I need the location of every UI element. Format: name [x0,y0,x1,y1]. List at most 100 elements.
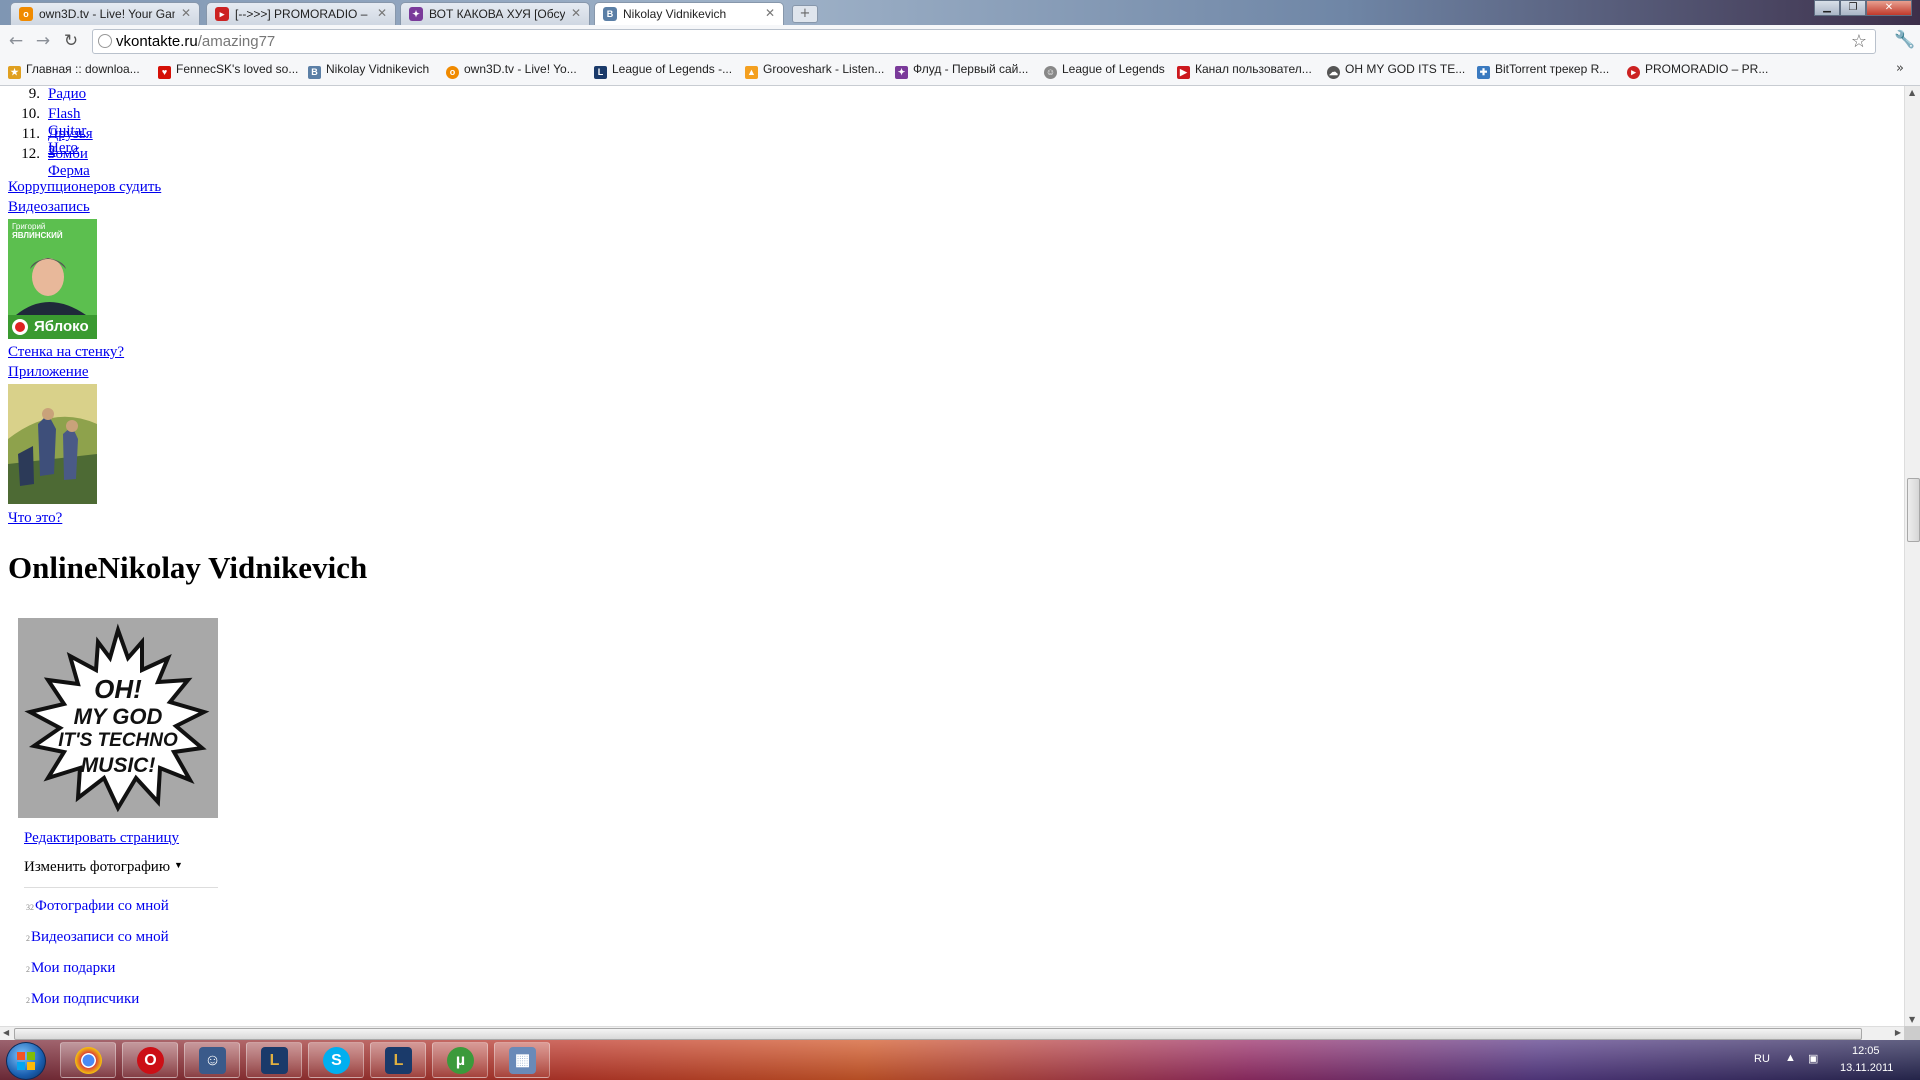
lol-icon: ☺ [1044,66,1057,79]
windows-logo-icon [17,1052,35,1070]
scroll-down-icon[interactable]: ▼ [1909,1015,1915,1024]
back-button[interactable]: ← [5,30,27,52]
bookmark-item[interactable]: ☺ League of Legends [1044,62,1165,80]
own3d-icon: o [19,7,33,21]
cloud-icon: ☁ [1327,66,1340,79]
clock-time[interactable]: 12:05 [1852,1045,1880,1057]
yabloko-ad-image[interactable]: Григорий ЯВЛИНСКИЙ Яблоко [8,219,97,339]
divider [24,887,218,888]
taskbar-utorrent[interactable]: µ [432,1042,488,1078]
language-indicator[interactable]: RU [1754,1053,1770,1065]
vk-icon: B [603,7,617,21]
horizontal-scrollbar[interactable]: ◀ ▶ [0,1026,1904,1040]
close-tab-icon[interactable]: ✕ [181,6,191,20]
forward-button[interactable]: → [32,30,54,52]
lastfm-icon: ♥ [158,66,171,79]
address-bar[interactable]: vkontakte.ru/amazing77 ☆ [92,29,1876,54]
my-gifts-link[interactable]: 2Мои подарки [26,960,115,977]
start-button[interactable] [6,1042,46,1080]
lol-icon: L [594,66,607,79]
scroll-up-icon[interactable]: ▲ [1909,88,1915,97]
avatar-text-techno: IT'S TECHNO [58,730,178,751]
bookmark-item[interactable]: ✦ Флуд - Первый сай... [895,62,1028,80]
ad-link-stenka[interactable]: Стенка на стенку? [8,344,124,361]
ad-link-app[interactable]: Приложение [8,364,89,381]
bookmark-item[interactable]: B Nikolay Vidnikevich [308,62,429,80]
app-link-radio[interactable]: Радио [48,86,86,103]
flood-icon: ✦ [895,66,908,79]
tab-flood[interactable]: ✦ ВОТ КАКОВА ХУЯ [Обсуждение] ✕ [400,2,590,25]
skype-icon: S [323,1047,350,1074]
avatar-text-mygod: MY GOD [73,704,163,729]
youtube-icon: ▶ [1177,66,1190,79]
change-photo-button[interactable]: Изменить фотографию ▼ [24,859,183,876]
close-tab-icon[interactable]: ✕ [765,6,775,20]
reload-button[interactable]: ↻ [60,30,82,52]
lol-icon: L [261,1047,288,1074]
bookmark-item[interactable]: ★ Главная :: downloa... [8,62,140,80]
network-icon[interactable]: ▣ [1808,1052,1818,1065]
horizontal-scroll-thumb[interactable] [14,1028,1862,1040]
clock-date[interactable]: 13.11.2011 [1840,1062,1893,1074]
bookmark-item[interactable]: ♥ FennecSK's loved so... [158,62,298,80]
close-tab-icon[interactable]: ✕ [377,6,387,20]
scroll-left-icon[interactable]: ◀ [3,1028,9,1037]
promoradio-icon: ▸ [215,7,229,21]
control-panel-icon: ▦ [509,1047,536,1074]
my-subscribers-link[interactable]: 2Мои подписчики [26,991,139,1008]
ad-caption-name: Григорий [12,222,46,231]
taskbar-skype[interactable]: S [308,1042,364,1078]
taskbar-control-panel[interactable]: ▦ [494,1042,550,1078]
utorrent-icon: µ [447,1047,474,1074]
bookmark-item[interactable]: ▸ PROMORADIO – PR... [1627,62,1768,80]
promoradio-icon: ▸ [1627,66,1640,79]
wrench-menu-icon[interactable]: 🔧 [1894,30,1915,50]
browser-toolbar: ← → ↻ vkontakte.ru/amazing77 ☆ 🔧 [0,25,1920,59]
vk-icon: B [308,66,321,79]
maximize-button[interactable]: ❐ [1840,0,1866,16]
taskbar-contacts[interactable]: ☺ [184,1042,240,1078]
bookmark-item[interactable]: ▶ Канал пользовател... [1177,62,1312,80]
page-info-icon[interactable] [98,34,112,48]
edit-page-link[interactable]: Редактировать страницу [24,830,179,847]
bookmark-item[interactable]: ▲ Grooveshark - Listen... [745,62,884,80]
vertical-scrollbar[interactable]: ▲ ▼ [1904,86,1920,1026]
avatar[interactable]: OH! MY GOD IT'S TECHNO MUSIC! [18,618,218,818]
new-tab-button[interactable]: + [792,5,818,23]
videos-with-me-link[interactable]: 2Видеозаписи со мной [26,929,169,946]
taskbar-lol-2[interactable]: L [370,1042,426,1078]
own3d-icon: o [446,66,459,79]
bookmark-item[interactable]: o own3D.tv - Live! Yo... [446,62,577,80]
close-tab-icon[interactable]: ✕ [571,6,581,20]
bookmark-item[interactable]: L League of Legends -... [594,62,732,80]
tray-expand-icon[interactable]: ▲ [1785,1052,1796,1064]
bookmark-item[interactable]: ☁ OH MY GOD ITS TE... [1327,62,1465,80]
vertical-scroll-thumb[interactable] [1907,478,1920,542]
avatar-text-music: MUSIC! [80,754,156,777]
close-window-button[interactable]: ✕ [1866,0,1912,16]
bookmarks-overflow-icon[interactable]: » [1896,61,1904,76]
chevron-down-icon: ▼ [174,860,183,870]
tab-vk[interactable]: B Nikolay Vidnikevich ✕ [594,2,784,25]
chrome-icon [75,1047,102,1074]
photos-with-me-link[interactable]: 32Фотографии со мной [26,898,169,915]
taskbar-chrome[interactable] [60,1042,116,1078]
bookmark-star-icon[interactable]: ☆ [1851,31,1867,52]
game-ad-image[interactable] [8,384,97,504]
taskbar: O ☺ L S L µ ▦ RU ▲ ▣ 12:05 13.11.2011 [0,1040,1920,1080]
url-text[interactable]: vkontakte.ru/amazing77 [116,33,275,50]
page-content: 9. Радио 10. Flash Guitar Hero 11. Друзья 2… [0,86,1904,1026]
tab-own3d[interactable]: o own3D.tv - Live! Your Game ✕ [10,2,200,25]
taskbar-lol[interactable]: L [246,1042,302,1078]
page-title: OnlineNikolay Vidnikevich [8,550,368,585]
ad-link-what[interactable]: Что это? [8,510,62,527]
ad-link-video[interactable]: Видеозапись [8,199,90,216]
minimize-button[interactable]: ▁ [1814,0,1840,16]
bookmark-item[interactable]: ✚ BitTorrent трекер R... [1477,62,1609,80]
app-link-zombie-farm[interactable]: Зомби Ферма [48,146,90,180]
browser-window: o own3D.tv - Live! Your Game ✕ ▸ [-->>>]… [0,0,1920,1080]
tab-promoradio[interactable]: ▸ [-->>>] PROMORADIO – PR ✕ [206,2,396,25]
ad-link-korrupt[interactable]: Коррупционеров судить [8,179,161,196]
taskbar-opera[interactable]: O [122,1042,178,1078]
scroll-right-icon[interactable]: ▶ [1895,1028,1901,1037]
